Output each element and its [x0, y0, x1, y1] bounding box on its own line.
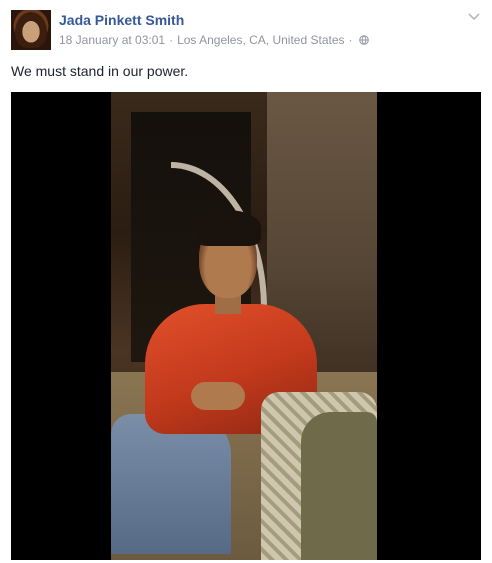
- author-name-link[interactable]: Jada Pinkett Smith: [59, 12, 184, 28]
- person-hands: [191, 382, 245, 410]
- globe-icon[interactable]: [358, 35, 369, 45]
- post-text: We must stand in our power.: [11, 63, 189, 79]
- person-legs: [111, 414, 231, 554]
- video-player[interactable]: [11, 92, 481, 560]
- green-cushion: [301, 412, 377, 560]
- avatar[interactable]: [11, 10, 51, 50]
- video-frame: [111, 92, 377, 560]
- person-hair: [195, 210, 261, 246]
- meta-separator: ·: [169, 33, 174, 47]
- chevron-down-icon[interactable]: [467, 12, 481, 22]
- post-location[interactable]: Los Angeles, CA, United States: [177, 33, 344, 47]
- facebook-post: Jada Pinkett Smith 18 January at 03:01 ·…: [0, 0, 492, 563]
- post-meta: 18 January at 03:01 · Los Angeles, CA, U…: [59, 33, 369, 47]
- meta-separator-2: ·: [348, 33, 353, 47]
- post-timestamp[interactable]: 18 January at 03:01: [59, 33, 165, 47]
- avatar-image: [15, 12, 47, 48]
